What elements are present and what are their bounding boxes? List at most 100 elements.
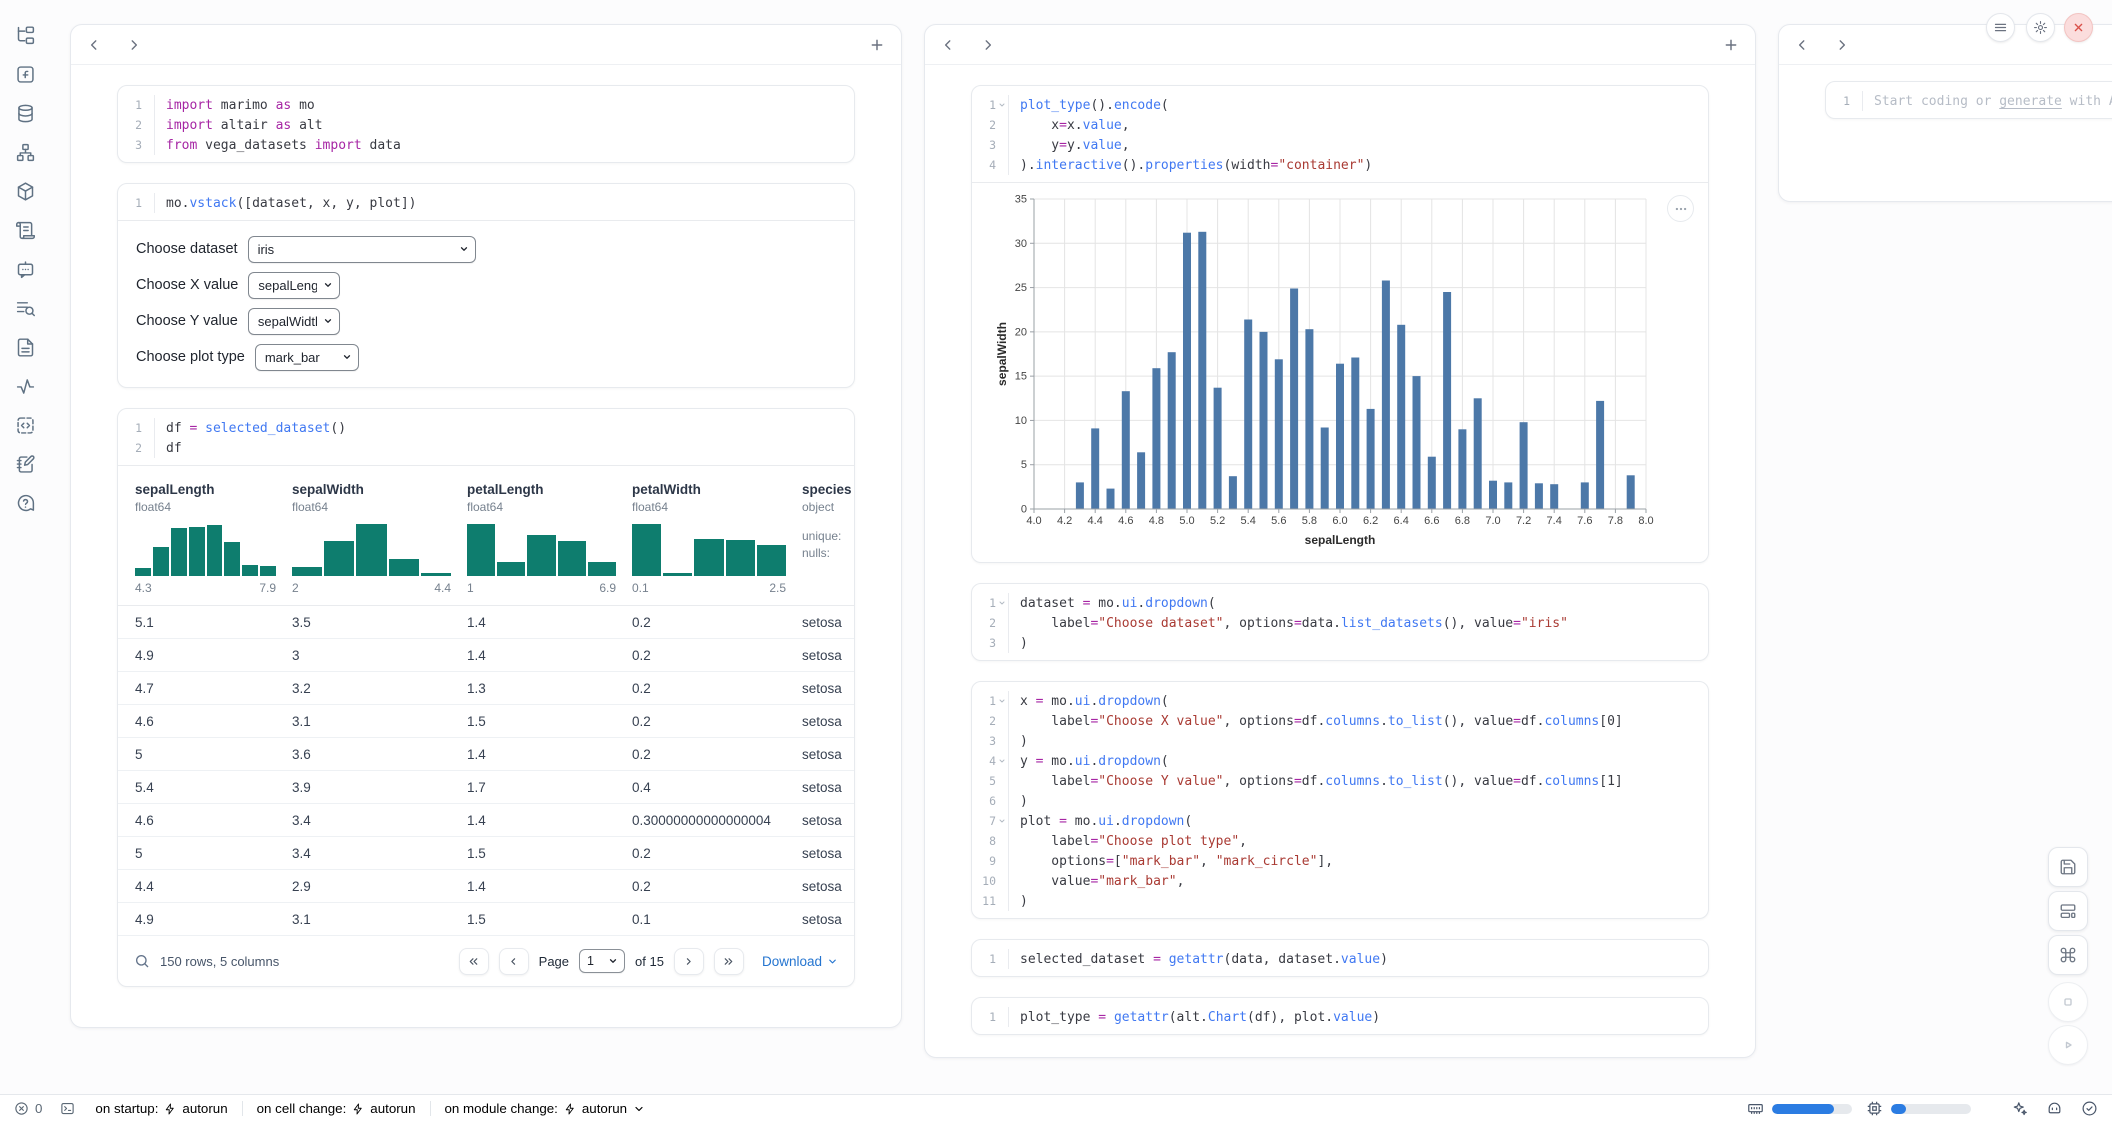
code-line: 1plot_type().encode(	[972, 95, 1708, 115]
activity-icon[interactable]	[12, 373, 38, 399]
interrupt-button[interactable]	[2048, 982, 2088, 1022]
code-editor[interactable]: 1plot_type = getattr(alt.Chart(df), plot…	[972, 998, 1708, 1034]
on-cell-change-setting[interactable]: on cell change: autorun	[257, 1101, 416, 1116]
chevrons-right-icon	[722, 955, 735, 968]
next-page-button[interactable]	[674, 948, 704, 975]
bot-message-icon[interactable]	[12, 256, 38, 282]
choose-plot-type-select[interactable]: mark_bar	[255, 344, 359, 371]
notebook-menu-button[interactable]	[1986, 13, 2015, 42]
dropdown-row: Choose datasetiris	[136, 235, 836, 263]
column-scroll-left-button[interactable]	[87, 38, 101, 52]
altair-bar-chart[interactable]: 4.04.24.44.64.85.05.25.45.65.86.06.26.46…	[994, 189, 1684, 557]
svg-text:6.2: 6.2	[1363, 515, 1378, 527]
dropdown-row: Choose plot typemark_bar	[136, 343, 836, 371]
table-cell: setosa	[802, 714, 854, 729]
function-square-icon[interactable]	[12, 61, 38, 87]
previous-page-button[interactable]	[499, 948, 529, 975]
fold-chevron-icon[interactable]	[996, 757, 1008, 765]
choose-y-value-select[interactable]: sepalWidth	[248, 308, 340, 335]
package-icon[interactable]	[12, 178, 38, 204]
bolt-icon	[352, 1103, 364, 1115]
save-button[interactable]	[2048, 847, 2088, 887]
page-select[interactable]: 1	[579, 949, 625, 973]
code-line: 4).interactive().properties(width="conta…	[972, 155, 1708, 175]
column-scroll-right-button[interactable]	[127, 38, 141, 52]
column-scroll-right-button[interactable]	[981, 38, 995, 52]
fold-chevron-icon[interactable]	[996, 817, 1008, 825]
code-editor[interactable]: 1df = selected_dataset()2df	[118, 409, 854, 465]
generate-link[interactable]: generate	[1999, 94, 2062, 109]
code-line: 1df = selected_dataset()	[118, 418, 854, 438]
save-icon	[2059, 858, 2077, 876]
dropdown-wrap: sepalWidth	[248, 308, 340, 335]
download-button[interactable]: Download	[762, 954, 838, 969]
file-text-icon[interactable]	[12, 334, 38, 360]
line-number: 2	[972, 118, 996, 132]
choose-dataset-select[interactable]: iris	[248, 236, 476, 263]
column-header-sepalWidth[interactable]: sepalWidthfloat6424.4	[292, 482, 467, 595]
list-search-icon[interactable]	[12, 295, 38, 321]
column-header-petalWidth[interactable]: petalWidthfloat640.12.5	[632, 482, 802, 595]
errors-indicator[interactable]: 0	[14, 1101, 42, 1116]
add-cell-button[interactable]	[869, 37, 885, 53]
terminal-button[interactable]	[60, 1101, 75, 1116]
workflow-icon[interactable]	[12, 139, 38, 165]
choose-x-value-select[interactable]: sepalLength	[248, 272, 340, 299]
table-cell: 1.5	[467, 912, 632, 927]
code-editor[interactable]: 1 Start coding or generate with AI	[1826, 82, 2112, 118]
table-row: 4.63.11.50.2setosa	[118, 705, 854, 738]
code-line: 1plot_type = getattr(alt.Chart(df), plot…	[972, 1007, 1708, 1027]
column-scroll-right-button[interactable]	[1835, 38, 1849, 52]
code-line: 3 y=y.value,	[972, 135, 1708, 155]
column-header-species[interactable]: speciesobjectunique:nulls:	[802, 482, 854, 595]
shutdown-button[interactable]	[2064, 13, 2093, 42]
code-editor[interactable]: 1dataset = mo.ui.dropdown(2 label="Choos…	[972, 584, 1708, 660]
fold-chevron-icon[interactable]	[996, 697, 1008, 705]
code-square-icon[interactable]	[12, 412, 38, 438]
page-count-label: of 15	[635, 954, 664, 969]
connection-status-button[interactable]	[2081, 1100, 2098, 1117]
scroll-text-icon[interactable]	[12, 217, 38, 243]
chart-actions-button[interactable]	[1667, 195, 1694, 222]
layout-toggle-button[interactable]	[2048, 891, 2088, 931]
column-scroll-left-button[interactable]	[941, 38, 955, 52]
on-module-change-setting[interactable]: on module change: autorun	[445, 1101, 646, 1116]
copilot-button[interactable]	[2046, 1100, 2063, 1117]
add-cell-button[interactable]	[1723, 37, 1739, 53]
keyboard-shortcuts-button[interactable]	[2048, 935, 2088, 975]
file-tree-icon[interactable]	[12, 22, 38, 48]
database-icon[interactable]	[12, 100, 38, 126]
ai-features-button[interactable]	[2011, 1100, 2028, 1117]
line-number: 11	[972, 894, 996, 908]
chevron-right-icon	[1835, 38, 1849, 52]
table-row: 53.41.50.2setosa	[118, 837, 854, 870]
code-editor[interactable]: 1import marimo as mo2import altair as al…	[118, 86, 854, 162]
column-scroll-left-button[interactable]	[1795, 38, 1809, 52]
column-header-petalLength[interactable]: petalLengthfloat6416.9	[467, 482, 632, 595]
notebook-column-3: 1 Start coding or generate with AI	[1778, 24, 2112, 202]
dropdown-wrap: mark_bar	[255, 344, 359, 371]
code-editor[interactable]: 1mo.vstack([dataset, x, y, plot])	[118, 184, 854, 220]
run-all-button[interactable]	[2048, 1025, 2088, 1065]
line-number: 3	[972, 636, 996, 650]
table-cell: setosa	[802, 681, 854, 696]
table-cell: 0.1	[632, 912, 802, 927]
dropdown-row: Choose X valuesepalLength	[136, 271, 836, 299]
memory-icon	[1747, 1100, 1764, 1117]
on-cell-change-value: autorun	[370, 1101, 415, 1116]
on-startup-setting[interactable]: on startup: autorun	[95, 1101, 227, 1116]
first-page-button[interactable]	[459, 948, 489, 975]
last-page-button[interactable]	[714, 948, 744, 975]
line-number: 2	[972, 714, 996, 728]
fold-chevron-icon[interactable]	[996, 101, 1008, 109]
code-line: 11)	[972, 891, 1708, 911]
column-header-sepalLength[interactable]: sepalLengthfloat644.37.9	[135, 482, 292, 595]
help-circle-icon[interactable]	[12, 490, 38, 516]
search-icon[interactable]	[134, 953, 150, 969]
code-editor[interactable]: 1x = mo.ui.dropdown(2 label="Choose X va…	[972, 682, 1708, 918]
code-editor[interactable]: 1selected_dataset = getattr(data, datase…	[972, 940, 1708, 976]
notebook-pen-icon[interactable]	[12, 451, 38, 477]
settings-button[interactable]	[2026, 13, 2055, 42]
code-editor[interactable]: 1plot_type().encode(2 x=x.value,3 y=y.va…	[972, 86, 1708, 182]
fold-chevron-icon[interactable]	[996, 599, 1008, 607]
